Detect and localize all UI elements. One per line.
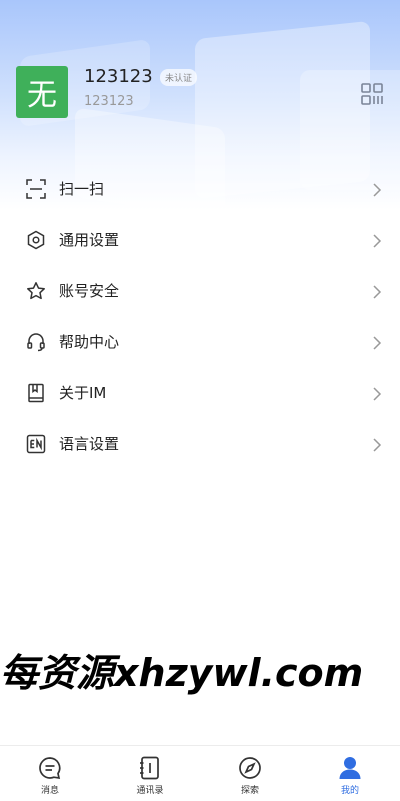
menu-item-label: 帮助中心	[59, 333, 120, 351]
menu-item-scan[interactable]: 扫一扫	[0, 163, 400, 214]
avatar[interactable]: 无	[16, 66, 68, 118]
menu-item-language[interactable]: 语言设置	[0, 418, 400, 469]
language-en-icon	[25, 433, 47, 455]
book-icon	[25, 382, 47, 404]
chevron-right-icon	[372, 335, 382, 350]
menu-item-general-settings[interactable]: 通用设置	[0, 214, 400, 265]
menu-item-help-center[interactable]: 帮助中心	[0, 316, 400, 367]
tab-mine[interactable]: 我的	[300, 746, 400, 801]
menu-item-label: 关于IM	[59, 384, 107, 402]
verify-badge: 未认证	[160, 69, 198, 86]
tab-messages[interactable]: 消息	[0, 746, 100, 801]
tab-label: 探索	[240, 786, 259, 796]
watermark-text: 每资源xhzywl.com	[0, 651, 364, 695]
compass-icon	[237, 755, 263, 781]
tab-label: 消息	[40, 786, 59, 796]
chevron-right-icon	[372, 233, 382, 248]
chevron-right-icon	[372, 182, 382, 197]
qr-code-icon[interactable]	[360, 82, 384, 106]
chevron-right-icon	[372, 386, 382, 401]
settings-hexagon-icon	[25, 229, 47, 251]
chevron-right-icon	[372, 284, 382, 299]
menu-item-label: 扫一扫	[59, 180, 105, 198]
profile-card[interactable]: 无 123123 未认证 123123	[16, 66, 386, 120]
tab-explore[interactable]: 探索	[200, 746, 300, 801]
contacts-icon	[137, 755, 163, 781]
scan-icon	[25, 178, 47, 200]
menu-item-label: 语言设置	[59, 435, 120, 453]
tab-label: 通讯录	[136, 786, 164, 796]
tab-label: 我的	[340, 786, 359, 796]
menu-item-label: 账号安全	[59, 282, 120, 300]
menu-item-about[interactable]: 关于IM	[0, 367, 400, 418]
tab-contacts[interactable]: 通讯录	[100, 746, 200, 801]
settings-menu: 扫一扫 通用设置 账号安全 帮助中心 关于IM 语言设置	[0, 163, 400, 469]
bottom-tab-bar: 消息 通讯录 探索 我的	[0, 745, 400, 801]
menu-item-account-security[interactable]: 账号安全	[0, 265, 400, 316]
star-icon	[25, 280, 47, 302]
headset-icon	[25, 331, 47, 353]
menu-item-label: 通用设置	[59, 231, 120, 249]
chevron-right-icon	[372, 437, 382, 452]
profile-user-id: 123123	[84, 94, 134, 109]
profile-name: 123123	[84, 66, 153, 87]
message-icon	[37, 755, 63, 781]
user-icon	[337, 755, 363, 781]
